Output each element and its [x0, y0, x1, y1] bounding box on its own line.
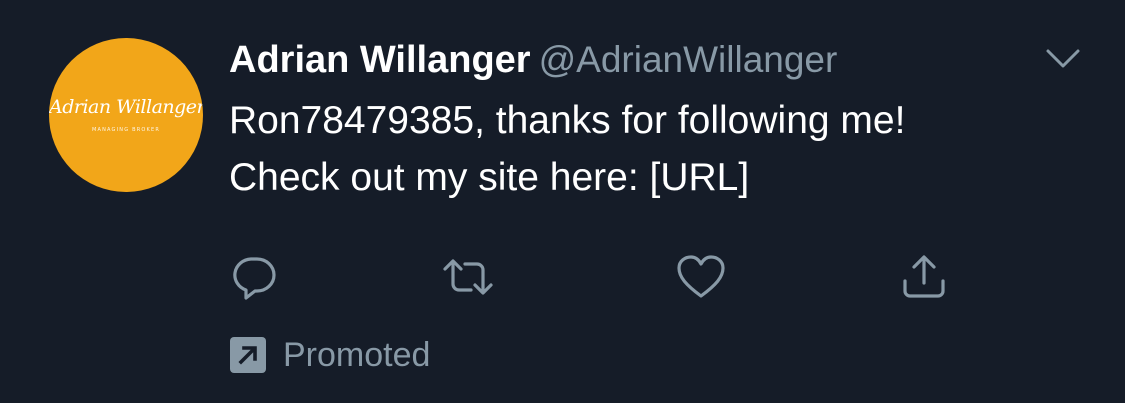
promoted-indicator[interactable]: Promoted [229, 334, 430, 376]
share-icon [899, 253, 949, 306]
reply-button[interactable] [229, 254, 279, 304]
like-button[interactable] [676, 254, 726, 304]
heart-icon [676, 253, 726, 306]
promoted-icon [229, 336, 267, 374]
reply-icon [230, 253, 278, 306]
promoted-label: Promoted [283, 336, 431, 374]
display-name[interactable]: Adrian Willanger [229, 39, 531, 81]
chevron-down-icon[interactable] [1045, 48, 1081, 70]
user-handle[interactable]: @AdrianWillanger [539, 39, 838, 80]
avatar-logo-subtext: MANAGING BROKER [91, 127, 161, 133]
retweet-icon [440, 253, 496, 306]
avatar-logo-text: Adrian Willanger [49, 96, 203, 118]
share-button[interactable] [899, 254, 949, 304]
tweet-header: Adrian Willanger @AdrianWillanger [229, 38, 837, 82]
retweet-button[interactable] [443, 254, 493, 304]
avatar[interactable]: Adrian Willanger MANAGING BROKER [49, 38, 203, 192]
tweet-text: Ron78479385, thanks for following me! Ch… [229, 99, 906, 199]
promoted-tweet[interactable]: Adrian Willanger MANAGING BROKER Adrian … [0, 0, 1125, 403]
